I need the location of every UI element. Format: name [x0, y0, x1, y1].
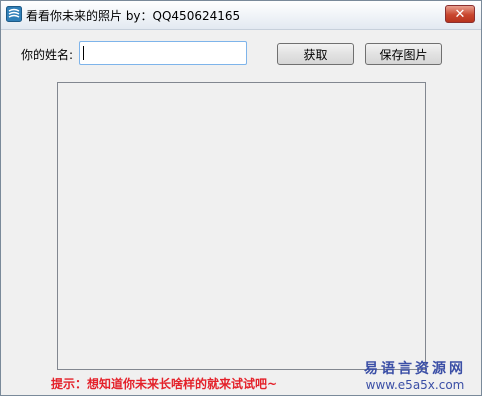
watermark-url: www.e5a5x.com — [365, 378, 465, 392]
app-icon — [6, 6, 22, 22]
name-label: 你的姓名: — [21, 48, 74, 62]
close-icon: ✕ — [454, 6, 466, 22]
get-button[interactable]: 获取 — [277, 43, 354, 65]
text-caret — [83, 46, 84, 60]
name-input[interactable] — [79, 41, 247, 65]
app-window: 看看你未来的照片 by：QQ450624165 ✕ 你的姓名: 获取 保存图片 … — [0, 0, 482, 396]
save-image-button[interactable]: 保存图片 — [365, 43, 442, 65]
title-bar[interactable]: 看看你未来的照片 by：QQ450624165 ✕ — [1, 1, 481, 30]
watermark: 易语言资源网 www.e5a5x.com — [355, 358, 475, 392]
watermark-text: 易语言资源网 — [364, 361, 466, 377]
picture-box — [57, 82, 426, 370]
window-title: 看看你未来的照片 by：QQ450624165 — [26, 9, 241, 23]
close-button[interactable]: ✕ — [445, 5, 475, 23]
hint-text: 提示：想知道你未来长啥样的就来试试吧~ — [51, 377, 278, 391]
